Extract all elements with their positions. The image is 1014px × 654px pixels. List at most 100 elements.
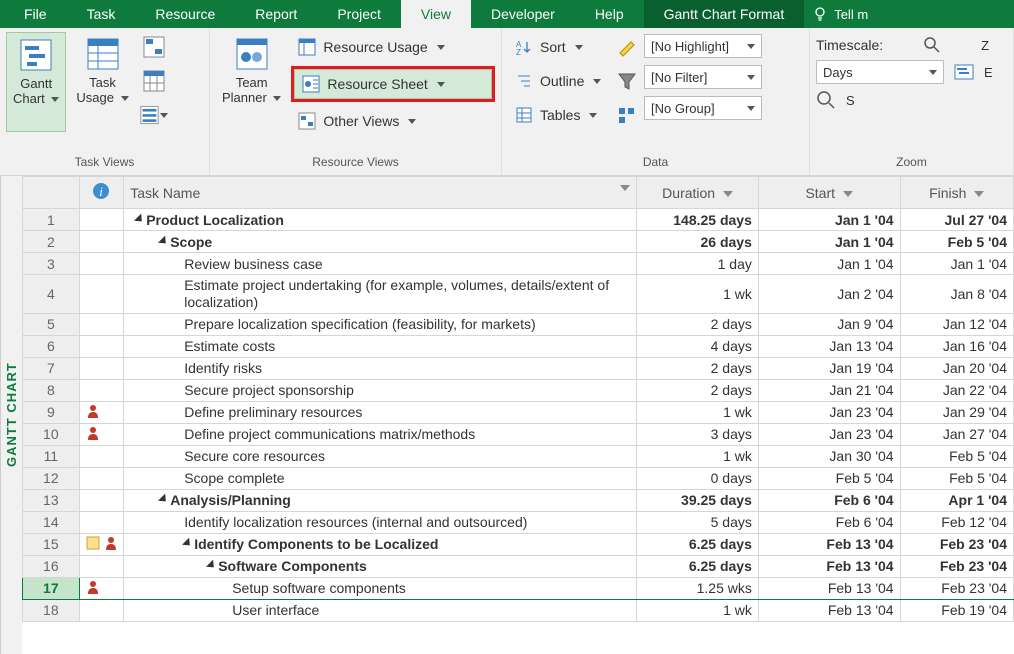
- duration-cell[interactable]: 1 wk: [637, 445, 758, 467]
- task-name-cell[interactable]: Estimate costs: [124, 335, 637, 357]
- row-number[interactable]: 2: [23, 231, 80, 253]
- duration-cell[interactable]: 148.25 days: [637, 209, 758, 231]
- start-cell[interactable]: Jan 1 '04: [758, 253, 900, 275]
- network-diagram-button[interactable]: [139, 32, 169, 62]
- duration-cell[interactable]: 6.25 days: [637, 555, 758, 577]
- duration-cell[interactable]: 5 days: [637, 511, 758, 533]
- task-name-cell[interactable]: Setup software components: [124, 577, 637, 599]
- table-row[interactable]: 13Analysis/Planning39.25 daysFeb 6 '04Ap…: [23, 489, 1014, 511]
- header-duration[interactable]: Duration: [637, 177, 758, 209]
- row-number[interactable]: 5: [23, 313, 80, 335]
- zoom-icon[interactable]: [923, 36, 941, 54]
- tab-report[interactable]: Report: [235, 0, 317, 28]
- task-name-cell[interactable]: Secure project sponsorship: [124, 379, 637, 401]
- task-name-cell[interactable]: Review business case: [124, 253, 637, 275]
- resource-sheet-button[interactable]: Resource Sheet: [294, 69, 492, 99]
- duration-cell[interactable]: 6.25 days: [637, 533, 758, 555]
- start-cell[interactable]: Jan 1 '04: [758, 231, 900, 253]
- finish-cell[interactable]: Jul 27 '04: [900, 209, 1013, 231]
- start-cell[interactable]: Jan 2 '04: [758, 275, 900, 314]
- sort-button[interactable]: AZ Sort: [508, 32, 608, 62]
- start-cell[interactable]: Feb 6 '04: [758, 511, 900, 533]
- row-number[interactable]: 9: [23, 401, 80, 423]
- task-name-cell[interactable]: Scope complete: [124, 467, 637, 489]
- table-row[interactable]: 4 Estimate project undertaking (for examp…: [23, 275, 1014, 314]
- header-indicator[interactable]: i: [79, 177, 124, 209]
- finish-cell[interactable]: Feb 5 '04: [900, 467, 1013, 489]
- header-start[interactable]: Start: [758, 177, 900, 209]
- team-planner-button[interactable]: TeamPlanner: [216, 32, 287, 132]
- table-row[interactable]: 9Define preliminary resources1 wkJan 23 …: [23, 401, 1014, 423]
- start-cell[interactable]: Jan 30 '04: [758, 445, 900, 467]
- duration-cell[interactable]: 2 days: [637, 357, 758, 379]
- finish-cell[interactable]: Feb 12 '04: [900, 511, 1013, 533]
- start-cell[interactable]: Jan 23 '04: [758, 423, 900, 445]
- start-cell[interactable]: Feb 13 '04: [758, 555, 900, 577]
- table-row[interactable]: 10Define project communications matrix/m…: [23, 423, 1014, 445]
- start-cell[interactable]: Jan 1 '04: [758, 209, 900, 231]
- timescale-combo[interactable]: Days: [816, 60, 944, 84]
- finish-cell[interactable]: Jan 29 '04: [900, 401, 1013, 423]
- duration-cell[interactable]: 39.25 days: [637, 489, 758, 511]
- tab-help[interactable]: Help: [575, 0, 644, 28]
- table-row[interactable]: 5Prepare localization specification (fea…: [23, 313, 1014, 335]
- finish-cell[interactable]: Jan 20 '04: [900, 357, 1013, 379]
- row-number[interactable]: 15: [23, 533, 80, 555]
- resource-usage-button[interactable]: Resource Usage: [291, 32, 495, 62]
- start-cell[interactable]: Feb 6 '04: [758, 489, 900, 511]
- tab-project[interactable]: Project: [317, 0, 401, 28]
- task-name-cell[interactable]: Analysis/Planning: [124, 489, 637, 511]
- table-row[interactable]: 12Scope complete0 daysFeb 5 '04Feb 5 '04: [23, 467, 1014, 489]
- duration-cell[interactable]: 1 wk: [637, 401, 758, 423]
- table-row[interactable]: 8 Secure project sponsorship2 daysJan 21 …: [23, 379, 1014, 401]
- task-name-cell[interactable]: Software Components: [124, 555, 637, 577]
- duration-cell[interactable]: 1 day: [637, 253, 758, 275]
- table-row[interactable]: 3Review business case1 dayJan 1 '04Jan 1…: [23, 253, 1014, 275]
- row-number[interactable]: 10: [23, 423, 80, 445]
- duration-cell[interactable]: 2 days: [637, 379, 758, 401]
- row-number[interactable]: 14: [23, 511, 80, 533]
- task-name-cell[interactable]: Identify localization resources (interna…: [124, 511, 637, 533]
- task-name-cell[interactable]: Scope: [124, 231, 637, 253]
- duration-cell[interactable]: 2 days: [637, 313, 758, 335]
- row-number[interactable]: 3: [23, 253, 80, 275]
- tab-file[interactable]: File: [4, 0, 67, 28]
- finish-cell[interactable]: Feb 23 '04: [900, 533, 1013, 555]
- start-cell[interactable]: Jan 13 '04: [758, 335, 900, 357]
- table-row[interactable]: 18User interface1 wkFeb 13 '04Feb 19 '04: [23, 599, 1014, 621]
- gantt-chart-button[interactable]: GanttChart: [6, 32, 66, 132]
- row-number[interactable]: 8: [23, 379, 80, 401]
- task-name-cell[interactable]: User interface: [124, 599, 637, 621]
- row-number[interactable]: 13: [23, 489, 80, 511]
- table-row[interactable]: 14 Identify localization resources (inter…: [23, 511, 1014, 533]
- gantt-sidebar-label[interactable]: GANTT CHART: [0, 176, 22, 654]
- entire-project-icon[interactable]: [954, 62, 974, 82]
- duration-cell[interactable]: 0 days: [637, 467, 758, 489]
- finish-cell[interactable]: Jan 22 '04: [900, 379, 1013, 401]
- table-row[interactable]: 7Identify risks2 daysJan 19 '04Jan 20 '0…: [23, 357, 1014, 379]
- row-number[interactable]: 18: [23, 599, 80, 621]
- table-row[interactable]: 16Software Components6.25 daysFeb 13 '04…: [23, 555, 1014, 577]
- task-name-cell[interactable]: Identify Components to be Localized: [124, 533, 637, 555]
- table-row[interactable]: 17Setup software components1.25 wksFeb 1…: [23, 577, 1014, 599]
- row-number[interactable]: 12: [23, 467, 80, 489]
- duration-cell[interactable]: 1 wk: [637, 275, 758, 314]
- row-number[interactable]: 4: [23, 275, 80, 314]
- start-cell[interactable]: Jan 23 '04: [758, 401, 900, 423]
- finish-cell[interactable]: Feb 19 '04: [900, 599, 1013, 621]
- other-task-views-button[interactable]: [139, 100, 169, 130]
- tab-task[interactable]: Task: [67, 0, 136, 28]
- row-number[interactable]: 17: [23, 577, 80, 599]
- group-combo[interactable]: [No Group]: [644, 96, 762, 120]
- duration-cell[interactable]: 26 days: [637, 231, 758, 253]
- task-name-cell[interactable]: Estimate project undertaking (for exampl…: [124, 275, 637, 314]
- table-row[interactable]: 2 Scope26 daysJan 1 '04Feb 5 '04: [23, 231, 1014, 253]
- row-number[interactable]: 7: [23, 357, 80, 379]
- duration-cell[interactable]: 3 days: [637, 423, 758, 445]
- finish-cell[interactable]: Jan 8 '04: [900, 275, 1013, 314]
- start-cell[interactable]: Jan 21 '04: [758, 379, 900, 401]
- table-row[interactable]: 15 Identify Components to be Localized6.…: [23, 533, 1014, 555]
- finish-cell[interactable]: Feb 5 '04: [900, 231, 1013, 253]
- task-name-cell[interactable]: Identify risks: [124, 357, 637, 379]
- table-row[interactable]: 6Estimate costs4 daysJan 13 '04Jan 16 '0…: [23, 335, 1014, 357]
